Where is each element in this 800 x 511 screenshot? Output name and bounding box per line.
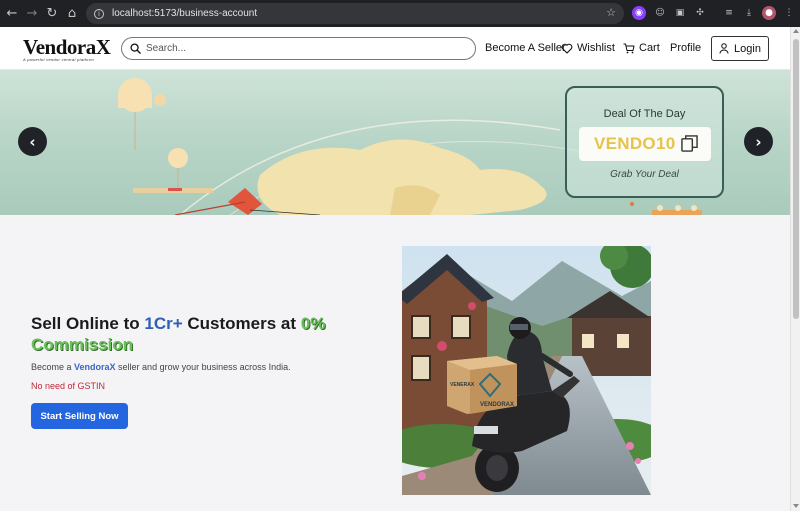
coupon-code: VENDO10	[594, 134, 676, 153]
become-seller-label: Become A Seller	[485, 42, 566, 54]
search-input[interactable]	[146, 43, 446, 54]
heart-icon	[561, 43, 573, 54]
hero-title-part2: Customers at	[182, 314, 301, 333]
hero-title: Sell Online to 1Cr+ Customers at 0% Comm…	[31, 313, 361, 355]
hero-section: Sell Online to 1Cr+ Customers at 0% Comm…	[0, 215, 790, 511]
site-logo[interactable]: VendoraX A powerful vendor central platf…	[23, 35, 111, 63]
home-icon[interactable]: ⌂	[62, 3, 82, 23]
coupon-box[interactable]: VENDO10	[579, 127, 711, 161]
cart-label: Cart	[639, 42, 660, 54]
scroll-down-arrow-icon[interactable]	[793, 504, 799, 508]
user-icon	[719, 43, 729, 54]
search-icon	[130, 43, 141, 54]
search-bar[interactable]	[121, 37, 476, 60]
reload-icon[interactable]: ↻	[42, 3, 62, 23]
box-label-front: VENDORAX	[480, 402, 514, 408]
hero-description: Become a VendoraX seller and grow your b…	[31, 362, 291, 372]
page-scrollbar[interactable]	[790, 27, 800, 511]
extension-icon[interactable]: ◉	[632, 6, 646, 20]
login-button[interactable]: Login	[711, 36, 769, 61]
wishlist-link[interactable]: Wishlist	[561, 42, 615, 54]
deal-of-the-day-card: Deal Of The Day VENDO10 Grab Your Deal	[565, 86, 724, 198]
puzzle-extensions-icon[interactable]: ✣	[693, 6, 707, 20]
deal-title: Deal Of The Day	[603, 108, 686, 120]
delivery-scooter-image: VENDORAX VENERAX	[402, 246, 651, 495]
media-controls-icon[interactable]: ≡	[722, 6, 736, 20]
hero-desc-suffix: seller and grow your business across Ind…	[115, 362, 291, 372]
snapchat-extension-icon[interactable]: ☺	[653, 6, 667, 20]
address-bar[interactable]: i localhost:5173/business-account ☆	[86, 3, 624, 24]
cart-link[interactable]: Cart	[623, 42, 660, 54]
profile-link[interactable]: Profile	[670, 42, 701, 54]
hero-title-customers: 1Cr+	[144, 314, 183, 333]
browser-menu-icon[interactable]: ⋮	[782, 6, 796, 20]
profile-label: Profile	[670, 42, 702, 54]
bookmark-star-icon[interactable]: ☆	[606, 6, 616, 19]
chevron-right-icon: ›	[755, 132, 762, 151]
box-label-side: VENERAX	[450, 382, 475, 388]
carousel-next-button[interactable]: ›	[744, 127, 773, 156]
become-seller-link[interactable]: Become A Seller	[485, 42, 566, 54]
back-arrow-icon[interactable]: ←	[2, 3, 22, 23]
camera-extension-icon[interactable]: ▣	[673, 6, 687, 20]
deal-subtitle: Grab Your Deal	[610, 169, 679, 180]
scrollbar-thumb[interactable]	[793, 39, 799, 319]
gst-note: No need of GSTIN	[31, 381, 106, 391]
copy-icon[interactable]	[681, 135, 698, 152]
site-header: VendoraX A powerful vendor central platf…	[0, 27, 790, 70]
page-viewport: VendoraX A powerful vendor central platf…	[0, 27, 790, 511]
chevron-left-icon: ‹	[29, 132, 36, 151]
login-label: Login	[734, 42, 761, 55]
profile-avatar-icon[interactable]: ●	[762, 6, 776, 20]
hero-desc-brand: VendoraX	[74, 362, 116, 372]
start-selling-button[interactable]: Start Selling Now	[31, 403, 128, 429]
logo-name: VendoraX	[23, 35, 111, 59]
download-icon[interactable]: ⤓	[742, 6, 756, 20]
delivery-illustration: VENDORAX VENERAX	[402, 246, 651, 495]
address-url[interactable]: localhost:5173/business-account	[112, 8, 257, 19]
promo-banner: ‹ › Deal Of The Day VENDO10 Grab Your De…	[0, 70, 790, 215]
wishlist-label: Wishlist	[577, 42, 615, 54]
forward-arrow-icon[interactable]: →	[22, 3, 42, 23]
site-info-icon[interactable]: i	[94, 8, 104, 19]
browser-toolbar: ← → ↻ ⌂ i localhost:5173/business-accoun…	[0, 0, 800, 27]
cart-icon	[623, 43, 635, 53]
hero-desc-prefix: Become a	[31, 362, 75, 372]
scroll-up-arrow-icon[interactable]	[793, 29, 799, 33]
hero-title-part1: Sell Online to	[31, 314, 145, 333]
carousel-prev-button[interactable]: ‹	[18, 127, 47, 156]
